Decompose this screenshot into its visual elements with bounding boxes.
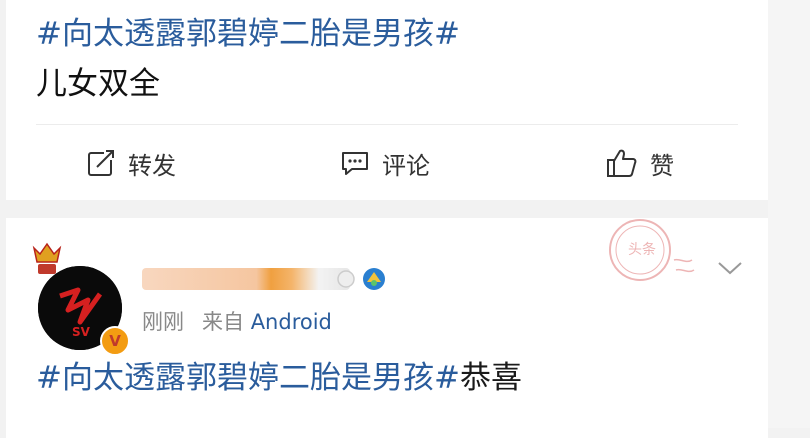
vip-crown-icon <box>30 238 64 282</box>
like-button[interactable]: 赞 <box>606 142 674 184</box>
repost-icon <box>86 148 116 178</box>
hashtag-topic-link[interactable]: #向太透露郭碧婷二胎是男孩# <box>36 14 460 54</box>
side-gutter <box>768 0 810 428</box>
repost-button[interactable]: 转发 <box>86 142 176 184</box>
weibo-post-card: SV V 头条 <box>6 218 768 438</box>
avatar-container[interactable]: SV V <box>30 236 130 356</box>
like-label: 赞 <box>650 151 674 180</box>
source-device: Android <box>250 310 332 334</box>
post-body-text: 恭喜 <box>459 360 522 396</box>
member-level-icon <box>363 268 385 290</box>
chevron-down-icon[interactable] <box>716 258 744 282</box>
avatar-logo-text: SV <box>72 325 91 339</box>
post-body-line: #向太透露郭碧婷二胎是男孩#恭喜 <box>36 358 522 398</box>
hashtag-topic-link[interactable]: #向太透露郭碧婷二胎是男孩# <box>36 360 460 396</box>
verified-badge-icon: V <box>100 326 130 356</box>
repost-label: 转发 <box>128 151 176 180</box>
post-time: 刚刚 <box>142 310 184 334</box>
post-body-text: 儿女双全 <box>36 66 160 102</box>
comment-label: 评论 <box>382 151 430 180</box>
post-meta: 刚刚 来自 Android <box>142 308 332 336</box>
divider <box>36 124 738 125</box>
comment-icon <box>340 148 370 178</box>
weibo-post-card: #向太透露郭碧婷二胎是男孩# 儿女双全 转发 评论 赞 <box>6 0 768 200</box>
stamp-text: 头条 <box>628 241 656 258</box>
like-icon <box>606 148 638 178</box>
source-label: 来自 Android <box>202 308 332 336</box>
source-prefix: 来自 <box>202 310 244 334</box>
username-redacted[interactable] <box>142 262 392 300</box>
watermark-stamp: 头条 <box>609 219 695 281</box>
comment-button[interactable]: 评论 <box>340 142 430 184</box>
